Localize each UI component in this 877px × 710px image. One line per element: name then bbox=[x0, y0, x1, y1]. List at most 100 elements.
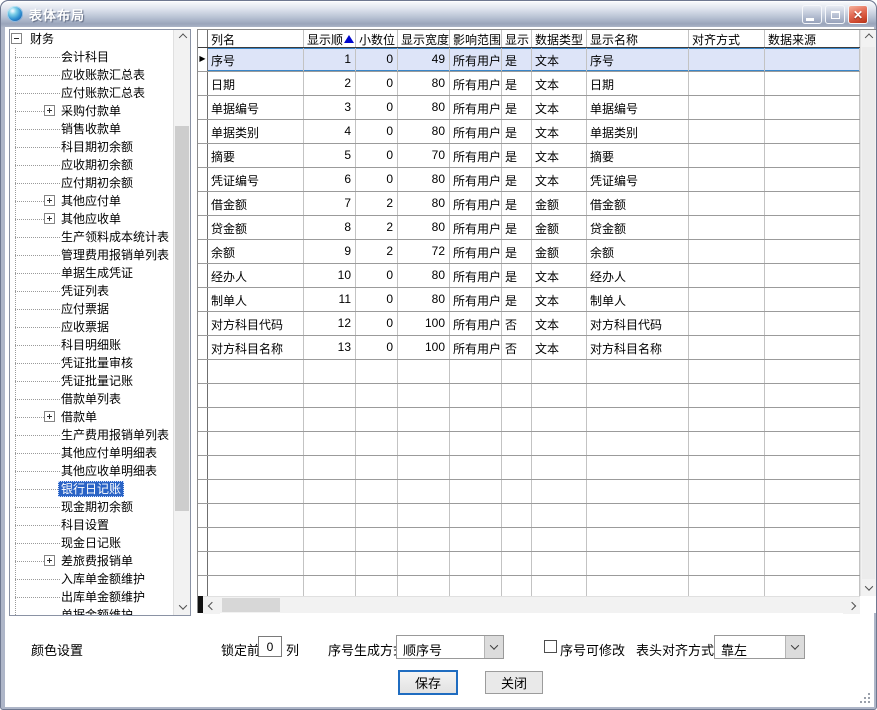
grid-cell[interactable] bbox=[689, 96, 765, 119]
grid-cell[interactable] bbox=[532, 552, 587, 575]
row-selector-cell[interactable] bbox=[198, 144, 208, 167]
tree-item-label[interactable]: 生产领料成本统计表 bbox=[58, 229, 172, 245]
grid-cell[interactable]: 文本 bbox=[532, 312, 587, 335]
grid-cell[interactable]: 所有用户 bbox=[450, 288, 502, 311]
grid-cell[interactable] bbox=[765, 168, 860, 191]
grid-cell[interactable] bbox=[304, 432, 356, 455]
grid-cell[interactable]: 是 bbox=[502, 120, 532, 143]
grid-cell[interactable]: 5 bbox=[304, 144, 356, 167]
grid-cell[interactable] bbox=[398, 456, 450, 479]
grid-cell[interactable]: 文本 bbox=[532, 144, 587, 167]
row-selector-cell[interactable] bbox=[198, 576, 208, 596]
grid-cell[interactable]: 49 bbox=[398, 48, 450, 71]
column-header[interactable]: 显示顺 bbox=[304, 30, 356, 47]
grid-cell[interactable]: 12 bbox=[304, 312, 356, 335]
grid-cell[interactable] bbox=[765, 288, 860, 311]
grid-cell[interactable]: 序号 bbox=[208, 48, 304, 71]
grid-cell[interactable] bbox=[587, 552, 689, 575]
grid-cell[interactable] bbox=[304, 552, 356, 575]
tree-item[interactable]: 生产领料成本统计表 bbox=[10, 228, 173, 246]
grid-cell[interactable] bbox=[398, 552, 450, 575]
table-row[interactable] bbox=[198, 552, 860, 576]
grid-cell[interactable] bbox=[356, 528, 398, 551]
grid-cell[interactable]: 所有用户 bbox=[450, 144, 502, 167]
save-button[interactable]: 保存 bbox=[398, 670, 458, 695]
grid-cell[interactable] bbox=[208, 576, 304, 596]
table-row[interactable] bbox=[198, 480, 860, 504]
grid-cell[interactable]: 经办人 bbox=[208, 264, 304, 287]
grid-cell[interactable] bbox=[587, 432, 689, 455]
grid-cell[interactable]: 制单人 bbox=[208, 288, 304, 311]
grid-cell[interactable] bbox=[689, 288, 765, 311]
grid-cell[interactable]: 3 bbox=[304, 96, 356, 119]
column-header[interactable]: 影响范围 bbox=[450, 30, 502, 47]
grid-cell[interactable] bbox=[450, 552, 502, 575]
grid-cell[interactable]: 所有用户 bbox=[450, 216, 502, 239]
grid-cell[interactable]: 所有用户 bbox=[450, 168, 502, 191]
tree-root-label[interactable]: 财务 bbox=[27, 31, 57, 47]
grid-cell[interactable]: 单据类别 bbox=[208, 120, 304, 143]
grid-cell[interactable] bbox=[765, 312, 860, 335]
grid-cell[interactable]: 0 bbox=[356, 144, 398, 167]
row-selector-cell[interactable] bbox=[198, 408, 208, 431]
grid-scroll-left-button[interactable] bbox=[203, 597, 220, 614]
tree-item[interactable]: 出库单金额维护 bbox=[10, 588, 173, 606]
grid-cell[interactable] bbox=[765, 72, 860, 95]
row-selector-cell[interactable] bbox=[198, 456, 208, 479]
grid-vscrollbar-thumb[interactable] bbox=[862, 47, 875, 579]
grid-cell[interactable]: 日期 bbox=[208, 72, 304, 95]
expand-icon[interactable] bbox=[44, 555, 55, 566]
grid-cell[interactable] bbox=[689, 552, 765, 575]
tree-item-label[interactable]: 借款单列表 bbox=[58, 391, 124, 407]
grid-cell[interactable]: 9 bbox=[304, 240, 356, 263]
table-row[interactable] bbox=[198, 360, 860, 384]
tree-scrollbar-thumb[interactable] bbox=[175, 126, 189, 511]
grid-cell[interactable] bbox=[689, 432, 765, 455]
tree-item-label[interactable]: 现金期初余额 bbox=[58, 499, 136, 515]
titlebar[interactable]: 表体布局 ✕ bbox=[1, 1, 876, 27]
grid-cell[interactable]: 是 bbox=[502, 168, 532, 191]
grid-cell[interactable] bbox=[398, 432, 450, 455]
grid-cell[interactable] bbox=[304, 408, 356, 431]
grid-cell[interactable] bbox=[587, 456, 689, 479]
tree-item[interactable]: 采购付款单 bbox=[10, 102, 173, 120]
grid-cell[interactable]: 100 bbox=[398, 312, 450, 335]
grid-cell[interactable] bbox=[450, 528, 502, 551]
grid-cell[interactable]: 0 bbox=[356, 48, 398, 71]
grid-cell[interactable]: 贷金额 bbox=[208, 216, 304, 239]
grid-cell[interactable] bbox=[208, 432, 304, 455]
grid-cell[interactable] bbox=[765, 120, 860, 143]
tree-item-label[interactable]: 科目设置 bbox=[58, 517, 112, 533]
tree-scroll-up-button[interactable] bbox=[174, 30, 191, 47]
grid-cell[interactable]: 制单人 bbox=[587, 288, 689, 311]
table-row[interactable]: 制单人11080所有用户是文本制单人 bbox=[198, 288, 860, 312]
tree-item[interactable]: 会计科目 bbox=[10, 48, 173, 66]
grid-cell[interactable]: 所有用户 bbox=[450, 312, 502, 335]
grid-cell[interactable] bbox=[689, 456, 765, 479]
grid-cell[interactable] bbox=[450, 456, 502, 479]
grid-cell[interactable] bbox=[502, 480, 532, 503]
table-row[interactable]: 单据编号3080所有用户是文本单据编号 bbox=[198, 96, 860, 120]
grid-cell[interactable]: 余额 bbox=[587, 240, 689, 263]
grid-cell[interactable] bbox=[450, 504, 502, 527]
grid-cell[interactable] bbox=[765, 480, 860, 503]
grid-cell[interactable] bbox=[689, 264, 765, 287]
grid-hscrollbar-thumb[interactable] bbox=[222, 598, 280, 612]
table-row[interactable] bbox=[198, 456, 860, 480]
row-selector-cell[interactable] bbox=[198, 216, 208, 239]
tree-item-label[interactable]: 借款单 bbox=[58, 409, 100, 425]
row-selector-cell[interactable] bbox=[198, 384, 208, 407]
row-selector-cell[interactable] bbox=[198, 240, 208, 263]
tree-item[interactable]: 凭证批量记账 bbox=[10, 372, 173, 390]
color-settings-label[interactable]: 颜色设置 bbox=[31, 640, 83, 659]
table-row[interactable] bbox=[198, 504, 860, 528]
grid-cell[interactable] bbox=[689, 360, 765, 383]
column-header[interactable]: 小数位 bbox=[356, 30, 398, 47]
table-row[interactable] bbox=[198, 432, 860, 456]
grid-cell[interactable]: 2 bbox=[304, 72, 356, 95]
grid-cell[interactable] bbox=[502, 384, 532, 407]
tree-item-label[interactable]: 凭证批量审核 bbox=[58, 355, 136, 371]
grid-cell[interactable] bbox=[502, 504, 532, 527]
grid-cell[interactable]: 所有用户 bbox=[450, 72, 502, 95]
tree-item-label[interactable]: 应收期初余额 bbox=[58, 157, 136, 173]
